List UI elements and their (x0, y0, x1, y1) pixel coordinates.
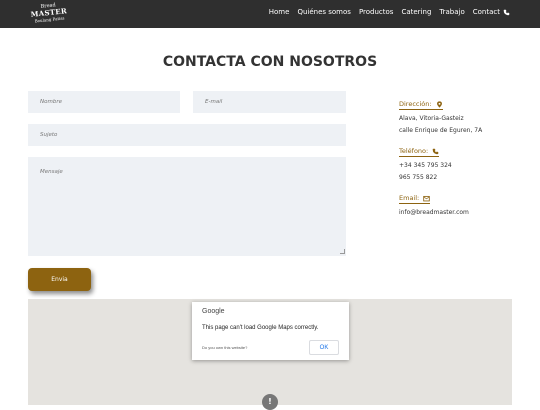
address-title: Dirección: (399, 100, 432, 108)
email-heading: Email: (399, 194, 431, 204)
map-error-message: This page can't load Google Maps correct… (202, 325, 319, 331)
phone-icon (503, 9, 510, 15)
main-menu: Home Quiénes somos Productos Catering Tr… (269, 8, 510, 16)
nav-item-contact[interactable]: Contact (473, 8, 510, 16)
top-navbar: Bread MASTER Boulang Patiss Home Quiénes… (0, 0, 540, 28)
phone-icon (432, 148, 439, 154)
breadmaster-logo[interactable]: Bread MASTER Boulang Patiss (26, 1, 72, 27)
email-line-1[interactable]: info@breadmaster.com (399, 207, 469, 219)
page-title: CONTACTA CON NOSOTROS (162, 54, 378, 70)
phone-title: Teléfono: (399, 147, 429, 155)
name-field[interactable] (28, 91, 180, 113)
google-brand: Google (202, 308, 225, 315)
nav-item-trabajo[interactable]: Trabajo (439, 8, 464, 16)
phone-line-2[interactable]: 965 755 822 (399, 172, 452, 184)
ok-button[interactable]: OK (309, 340, 339, 355)
own-website-link[interactable]: Do you own this website? (202, 345, 247, 350)
subject-field[interactable] (28, 124, 346, 146)
nav-item-home[interactable]: Home (269, 8, 290, 16)
email-block: Email: info@breadmaster.com (399, 185, 469, 219)
email-title: Email: (399, 194, 420, 202)
map-warning-icon: ! (262, 394, 278, 410)
nav-item-contact-label: Contact (472, 8, 500, 16)
nav-item-catering[interactable]: Catering (401, 8, 431, 16)
email-field[interactable] (193, 91, 346, 113)
address-line-2: calle Enrique de Eguren, 7A (399, 127, 483, 134)
phone-heading: Teléfono: (399, 147, 440, 157)
address-heading: Dirección: (399, 100, 443, 110)
phone-line-1[interactable]: +34 345 795 324 (399, 160, 452, 172)
address-block: Dirección: Alava, Vitoria-Gasteiz calle … (399, 91, 482, 137)
nav-item-productos[interactable]: Productos (359, 8, 394, 16)
map-error-dialog: Google This page can't load Google Maps … (192, 302, 349, 360)
map-marker-icon (436, 100, 442, 108)
envelope-icon (423, 195, 430, 201)
nav-item-quienes-somos[interactable]: Quiénes somos (297, 8, 351, 16)
address-line-1: Alava, Vitoria-Gasteiz (399, 115, 464, 122)
resize-handle[interactable] (340, 249, 345, 254)
phone-block: Teléfono: +34 345 795 324 965 755 822 (399, 138, 452, 184)
message-field[interactable] (28, 157, 346, 256)
send-button[interactable]: Envia (28, 268, 91, 291)
